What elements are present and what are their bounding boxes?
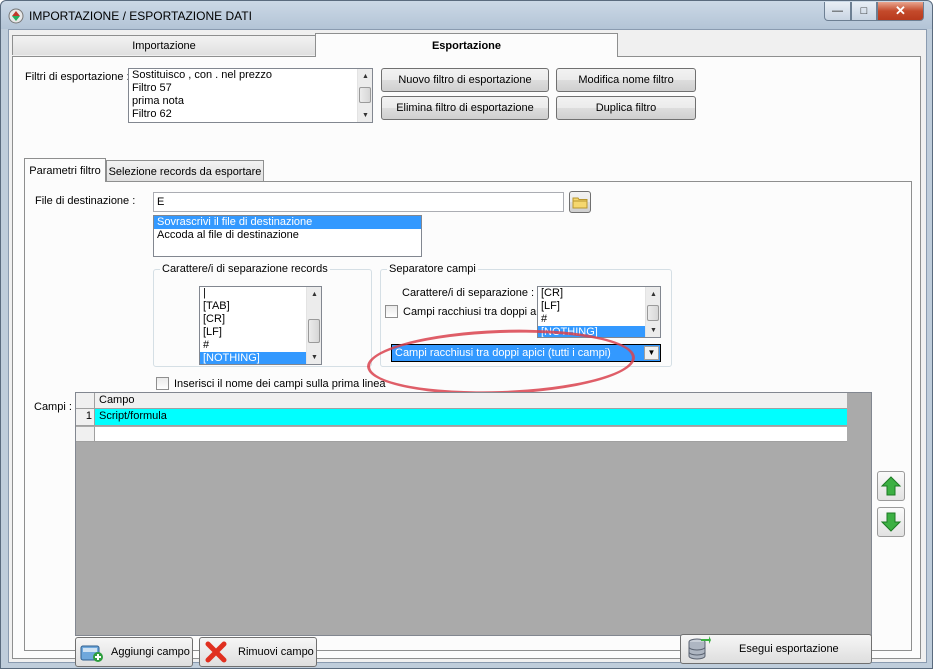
record-separator-scrollbar[interactable]: ▲ ▼ — [306, 287, 321, 364]
arrow-down-icon — [880, 512, 902, 532]
list-item[interactable]: [NOTHING] — [538, 326, 660, 337]
scroll-thumb[interactable] — [359, 87, 371, 103]
minimize-icon: — — [832, 5, 843, 17]
add-field-icon — [80, 645, 103, 662]
list-item[interactable]: | — [200, 287, 321, 300]
filters-label: Filtri di esportazione : — [25, 71, 130, 83]
scroll-down-icon[interactable]: ▼ — [358, 108, 372, 122]
window-title: IMPORTAZIONE / ESPORTAZIONE DATI — [29, 9, 252, 23]
scroll-down-icon[interactable]: ▼ — [646, 323, 660, 337]
tab-label: Parametri filtro — [29, 164, 101, 177]
add-field-label: Aggiungi campo — [111, 646, 190, 658]
header-names-checkbox[interactable] — [156, 377, 169, 390]
tab-importazione[interactable]: Importazione — [12, 35, 316, 55]
remove-icon — [205, 641, 227, 663]
tab-esportazione[interactable]: Esportazione — [315, 33, 618, 57]
minimize-button[interactable]: — — [824, 2, 851, 21]
scroll-down-icon[interactable]: ▼ — [307, 350, 321, 364]
list-item[interactable]: # — [200, 339, 321, 352]
tab-label: Importazione — [132, 39, 196, 52]
filters-list[interactable]: Sostituisco , con . nel prezzo Filtro 57… — [128, 68, 373, 123]
list-item[interactable]: [CR] — [200, 313, 321, 326]
list-item[interactable]: [LF] — [538, 300, 660, 313]
record-separator-title: Carattere/i di separazione records — [160, 263, 330, 275]
list-item[interactable]: [LF] — [200, 326, 321, 339]
run-export-button[interactable]: Esegui esportazione — [680, 634, 872, 664]
remove-field-label: Rimuovi campo — [238, 646, 314, 658]
row-number — [76, 427, 95, 441]
title-bar[interactable]: IMPORTAZIONE / ESPORTAZIONE DATI — □ ✕ — [1, 1, 932, 29]
destination-label: File di destinazione : — [35, 195, 136, 207]
list-item[interactable]: [NOTHING] — [200, 352, 321, 364]
field-separator-list[interactable]: [CR] [LF] # [NOTHING] ▲ ▼ — [537, 286, 661, 338]
grid-header: Campo — [76, 393, 847, 409]
tab-label: Selezione records da esportare — [108, 165, 262, 178]
browse-button[interactable] — [569, 191, 591, 213]
list-item[interactable]: prima nota — [129, 95, 372, 108]
app-icon — [8, 8, 24, 24]
close-button[interactable]: ✕ — [877, 2, 924, 21]
database-export-icon — [688, 636, 711, 660]
cell-campo[interactable]: Script/formula — [96, 409, 167, 424]
filters-scrollbar[interactable]: ▲ ▼ — [357, 69, 372, 122]
tab-parametri-filtro[interactable]: Parametri filtro — [24, 158, 106, 182]
duplicate-filter-button[interactable]: Duplica filtro — [556, 96, 696, 120]
field-separator-title: Separatore campi — [387, 263, 478, 275]
remove-field-button[interactable]: Rimuovi campo — [199, 637, 317, 667]
main-window: IMPORTAZIONE / ESPORTAZIONE DATI — □ ✕ I… — [0, 0, 933, 669]
quote-fields-checkbox[interactable] — [385, 305, 398, 318]
quote-mode-select[interactable]: Campi racchiusi tra doppi apici (tutti i… — [391, 344, 661, 362]
field-separator-group: Separatore campi Carattere/i di separazi… — [380, 263, 672, 367]
separator-chars-label: Carattere/i di separazione : — [402, 287, 535, 299]
quote-mode-value: Campi racchiusi tra doppi apici (tutti i… — [395, 347, 611, 359]
list-item[interactable]: Accoda al file di destinazione — [154, 229, 421, 242]
list-item[interactable]: Filtro 57 — [129, 82, 372, 95]
table-row-new[interactable] — [76, 427, 847, 442]
tab-label: Esportazione — [431, 39, 502, 52]
move-down-button[interactable] — [877, 507, 905, 537]
fields-grid[interactable]: Campo 1 Script/formula — [75, 392, 872, 636]
close-icon: ✕ — [895, 3, 906, 18]
scroll-up-icon[interactable]: ▲ — [307, 287, 321, 301]
scroll-up-icon[interactable]: ▲ — [646, 287, 660, 301]
fields-label: Campi : — [34, 401, 72, 413]
client-area: Importazione Esportazione Filtri di espo… — [8, 29, 927, 667]
record-separator-list[interactable]: | [TAB] [CR] [LF] # [NOTHING] ▲ ▼ — [199, 286, 322, 365]
scroll-thumb[interactable] — [308, 319, 320, 343]
list-item[interactable]: Sostituisco , con . nel prezzo — [129, 69, 372, 82]
row-number: 1 — [76, 409, 95, 425]
new-filter-button[interactable]: Nuovo filtro di esportazione — [381, 68, 549, 92]
list-item[interactable]: Sovrascrivi il file di destinazione — [154, 216, 421, 229]
list-item[interactable]: [CR] — [538, 287, 660, 300]
move-up-button[interactable] — [877, 471, 905, 501]
field-separator-scrollbar[interactable]: ▲ ▼ — [645, 287, 660, 337]
maximize-icon: □ — [860, 5, 868, 17]
delete-filter-button[interactable]: Elimina filtro di esportazione — [381, 96, 549, 120]
tab-selezione-records[interactable]: Selezione records da esportare — [106, 160, 264, 182]
add-field-button[interactable]: Aggiungi campo — [75, 637, 193, 667]
scroll-thumb[interactable] — [647, 305, 659, 321]
run-export-label: Esegui esportazione — [739, 643, 839, 655]
grid-corner — [76, 393, 95, 409]
scroll-up-icon[interactable]: ▲ — [358, 69, 372, 83]
chevron-down-icon[interactable]: ▼ — [644, 346, 659, 360]
folder-icon — [572, 197, 588, 209]
record-separator-group: Carattere/i di separazione records | [TA… — [153, 263, 372, 367]
quote-fields-label: Campi racchiusi tra doppi ap — [403, 306, 539, 318]
destination-input[interactable]: E — [153, 192, 564, 212]
header-names-label: Inserisci il nome dei campi sulla prima … — [174, 378, 386, 390]
table-row[interactable]: 1 Script/formula — [76, 409, 847, 426]
export-panel: Filtri di esportazione : Sostituisco , c… — [12, 56, 921, 667]
arrow-up-icon — [880, 476, 902, 496]
list-item[interactable]: Filtro 62 — [129, 108, 372, 121]
rename-filter-button[interactable]: Modifica nome filtro — [556, 68, 696, 92]
destination-mode-list[interactable]: Sovrascrivi il file di destinazione Acco… — [153, 215, 422, 257]
list-item[interactable]: [TAB] — [200, 300, 321, 313]
maximize-button[interactable]: □ — [851, 2, 877, 21]
column-header-campo[interactable]: Campo — [96, 393, 134, 408]
list-item[interactable]: # — [538, 313, 660, 326]
